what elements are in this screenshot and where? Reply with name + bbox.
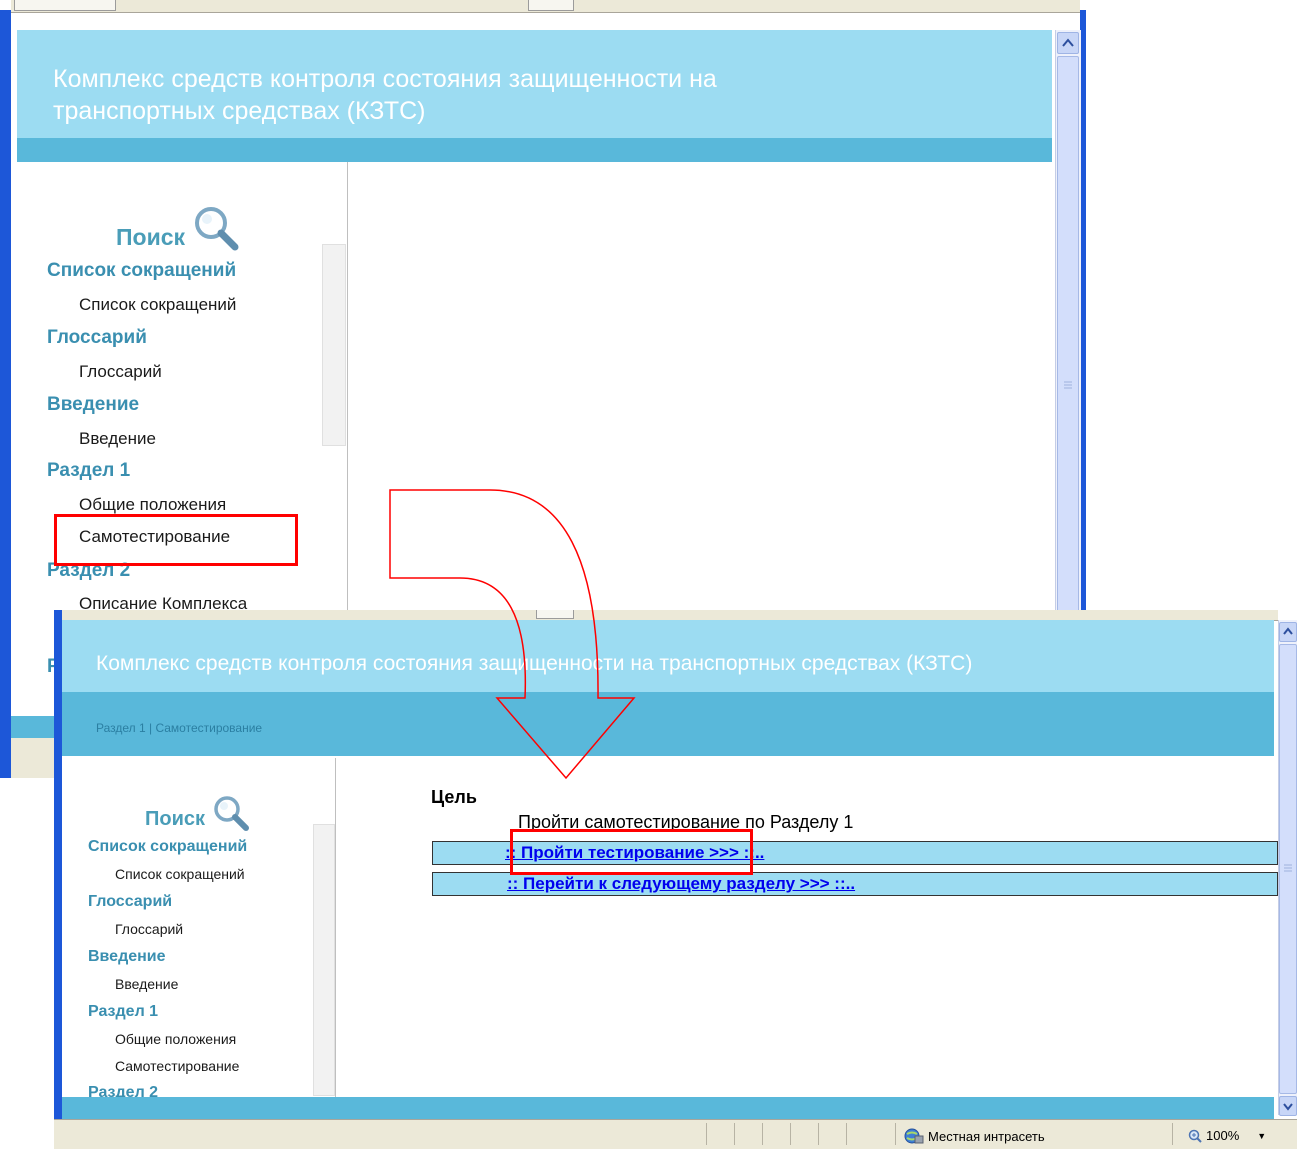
annotation-arrow xyxy=(389,489,636,780)
curved-arrow-icon xyxy=(389,489,636,780)
